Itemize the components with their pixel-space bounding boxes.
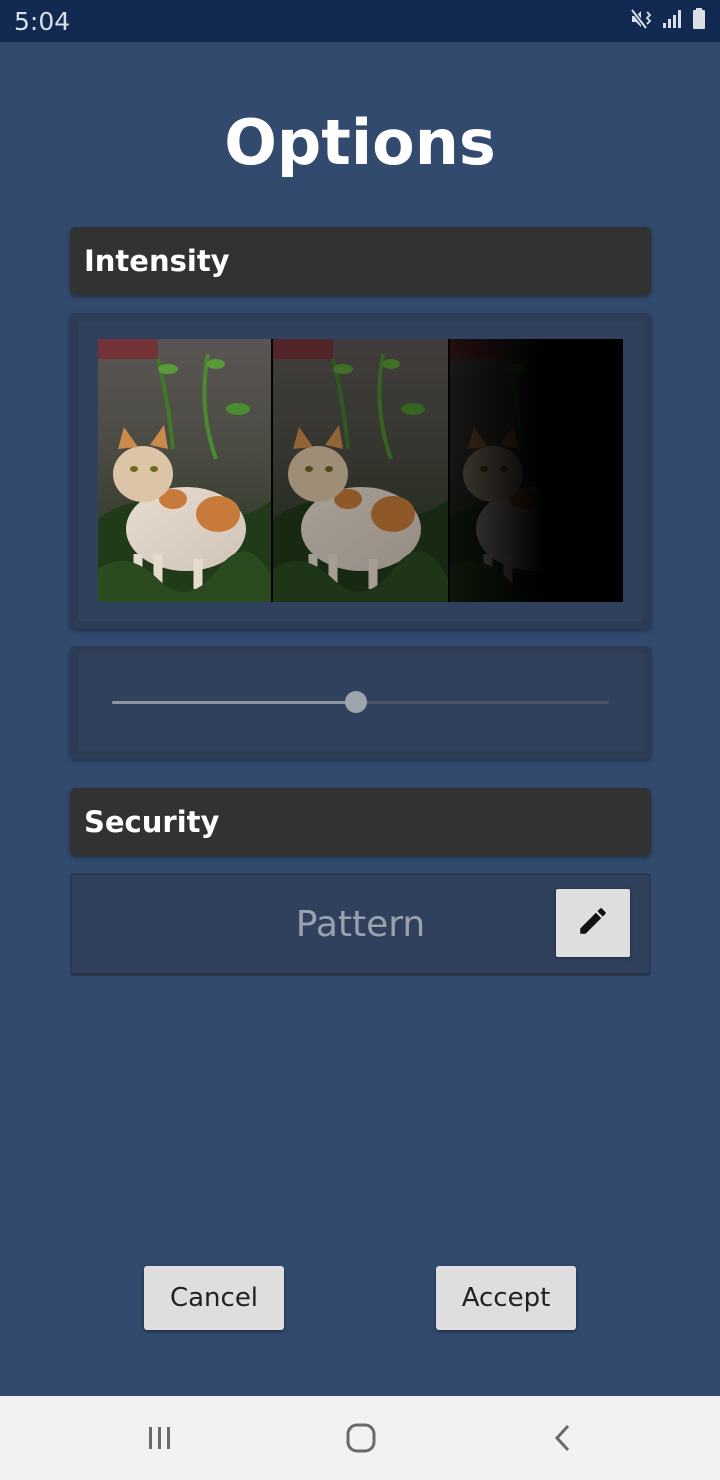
security-panel: Pattern [70,873,651,976]
signal-icon [662,8,684,35]
slider-fill [112,701,356,704]
status-time: 5:04 [14,7,71,36]
edit-security-button[interactable] [556,889,630,957]
slider-thumb[interactable] [344,691,367,713]
accept-button[interactable]: Accept [436,1266,576,1330]
battery-icon [692,7,706,35]
home-icon[interactable] [331,1416,391,1460]
intensity-preview-image [98,339,623,602]
page-title: Options [224,106,496,179]
cancel-button[interactable]: Cancel [144,1266,284,1330]
intensity-header: Intensity [70,227,651,295]
intensity-slider[interactable] [112,691,609,713]
status-icons [630,7,706,35]
intensity-slider-panel [70,646,651,759]
recent-apps-icon[interactable] [130,1416,190,1460]
mute-vibrate-icon [630,8,654,35]
back-icon[interactable] [533,1416,593,1460]
intensity-preview-panel [70,313,651,629]
pencil-icon [576,904,610,943]
navigation-bar [0,1396,720,1480]
security-header: Security [70,788,651,856]
status-bar: 5:04 [0,0,720,42]
